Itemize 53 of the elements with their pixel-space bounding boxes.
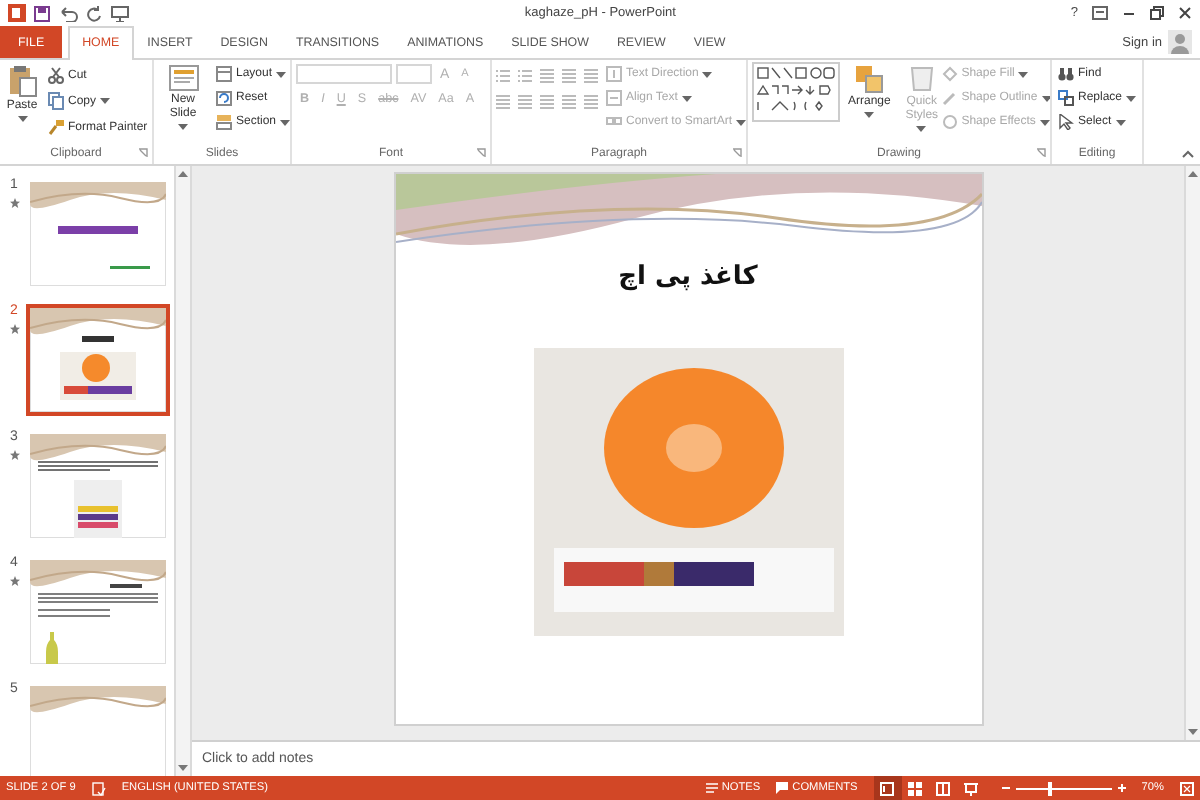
dialog-launcher-icon[interactable] [476,148,486,158]
slide-thumbnail[interactable] [26,556,170,668]
redo-icon[interactable] [86,5,102,21]
text-direction-icon [606,66,622,82]
scroll-up-icon[interactable] [178,170,188,178]
dialog-launcher-icon[interactable] [138,148,148,158]
font-size-field[interactable] [396,64,432,84]
zoom-in-icon[interactable] [1117,784,1126,792]
reset-icon [216,90,232,106]
section-icon [216,114,232,130]
comment-icon [776,782,789,794]
normal-view-icon[interactable] [873,776,902,800]
slide-thumbnail[interactable] [26,178,170,290]
slide-thumbnail[interactable] [26,304,170,416]
collapse-ribbon-icon[interactable] [1182,150,1194,158]
close-icon[interactable] [1178,6,1192,20]
restore-icon[interactable] [1150,6,1164,20]
dialog-launcher-icon[interactable] [732,148,742,158]
copy-icon [48,92,64,110]
binoculars-icon [1058,66,1074,82]
slide-title: کاغذ پی اچ [618,262,758,292]
ribbon-display-icon[interactable] [1092,6,1108,20]
notes-icon [705,782,718,794]
undo-icon[interactable] [58,5,78,21]
zoom-thumb[interactable] [1047,781,1052,795]
layout-icon [216,66,232,82]
shapes-gallery-drawing[interactable] [752,62,840,122]
replace-icon [1058,90,1074,106]
avatar-icon [1168,30,1192,54]
slide-thumbnail[interactable] [26,682,170,776]
view-icon [936,781,951,795]
spelling-icon[interactable] [91,781,106,795]
slide-thumbnail[interactable] [26,430,170,542]
view-icon [908,781,923,795]
slideshow-icon[interactable] [110,5,130,21]
view-icon [880,781,895,795]
scroll-up-icon[interactable] [1188,170,1198,178]
save-icon[interactable] [34,5,50,21]
zoom-out-icon[interactable] [1001,784,1010,792]
font-name-field[interactable] [296,64,392,84]
fit-slide-icon[interactable] [1180,781,1194,795]
cursor-icon [1058,114,1074,130]
app-logo-icon [8,4,26,22]
align-text-icon [606,90,622,106]
scissors-icon [48,66,64,84]
scroll-down-icon[interactable] [1188,728,1198,736]
smartart-icon [606,114,622,130]
scroll-down-icon[interactable] [178,764,188,772]
dialog-launcher-icon[interactable] [1036,148,1046,158]
view-icon [964,781,979,795]
quick-styles-icon [906,64,937,94]
brush-icon [48,118,64,136]
arrange-icon [854,64,885,94]
